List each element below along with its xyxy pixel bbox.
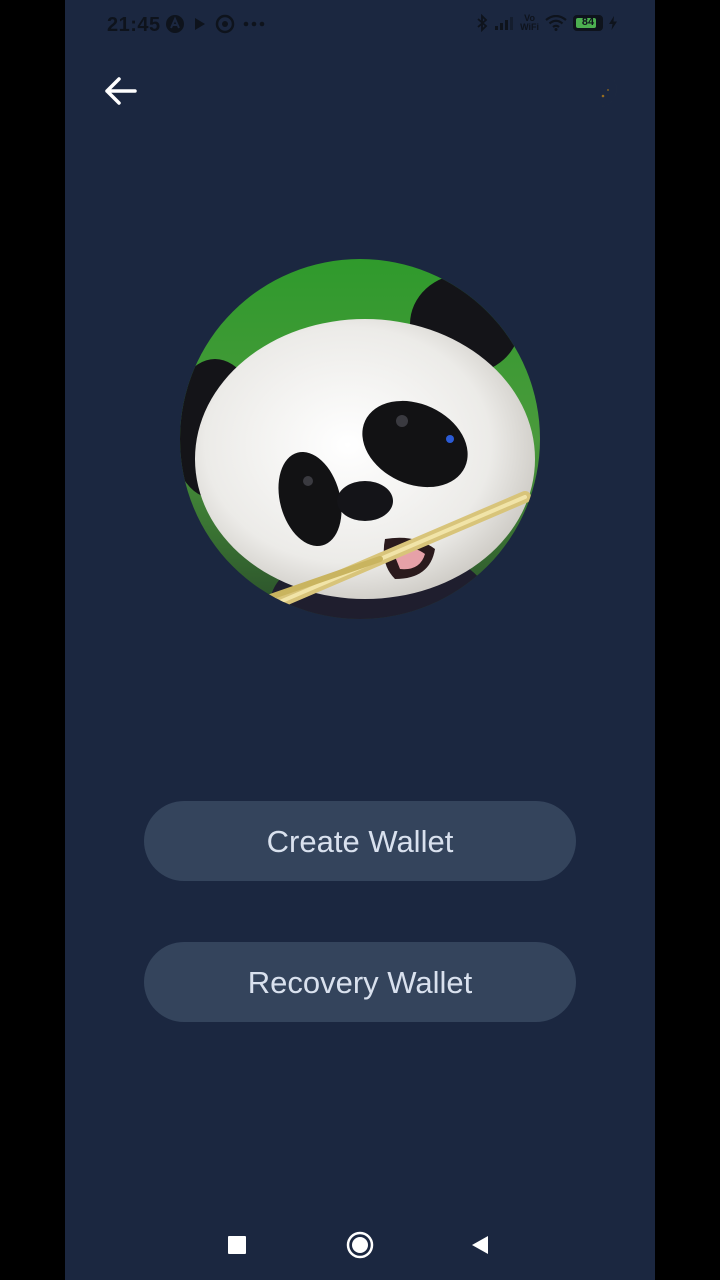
theme-toggle-button[interactable] [579,70,623,114]
circle-icon [346,1231,374,1259]
crescent-moon-icon [585,76,617,108]
status-time: 21:45 [107,14,161,36]
battery-level: 84 [581,16,595,28]
battery-icon: 84 [573,15,603,31]
system-status-icons: Vo WiFi 84 [476,14,617,32]
back-button[interactable] [101,72,139,110]
nav-back-button[interactable] [463,1228,497,1262]
more-dots-icon [243,21,265,27]
vowifi-bottom-label: WiFi [520,22,539,32]
play-icon [195,18,205,30]
recovery-wallet-button[interactable]: Recovery Wallet [144,942,576,1022]
cell-signal-icon [495,17,514,30]
wifi-icon [545,15,567,31]
home-button[interactable] [343,1228,377,1262]
arrow-left-icon [105,77,137,105]
app-screen: 21:45 Vo WiFi 84 Create Wallet Recovery … [65,0,655,1280]
triangle-back-icon [472,1236,488,1254]
profile-avatar [180,259,540,619]
square-icon [228,1236,246,1254]
bluetooth-icon [477,14,488,32]
vowifi-indicator: Vo WiFi [520,14,539,32]
create-wallet-button[interactable]: Create Wallet [144,801,576,881]
recents-button[interactable] [220,1228,254,1262]
app-a-icon [166,15,184,33]
panda-image [180,259,540,619]
status-bar: 21:45 Vo WiFi 84 [65,0,655,52]
charging-icon [609,16,617,30]
system-nav-bar [65,1208,655,1280]
sync-icon [215,14,235,34]
notification-icons [165,14,265,34]
